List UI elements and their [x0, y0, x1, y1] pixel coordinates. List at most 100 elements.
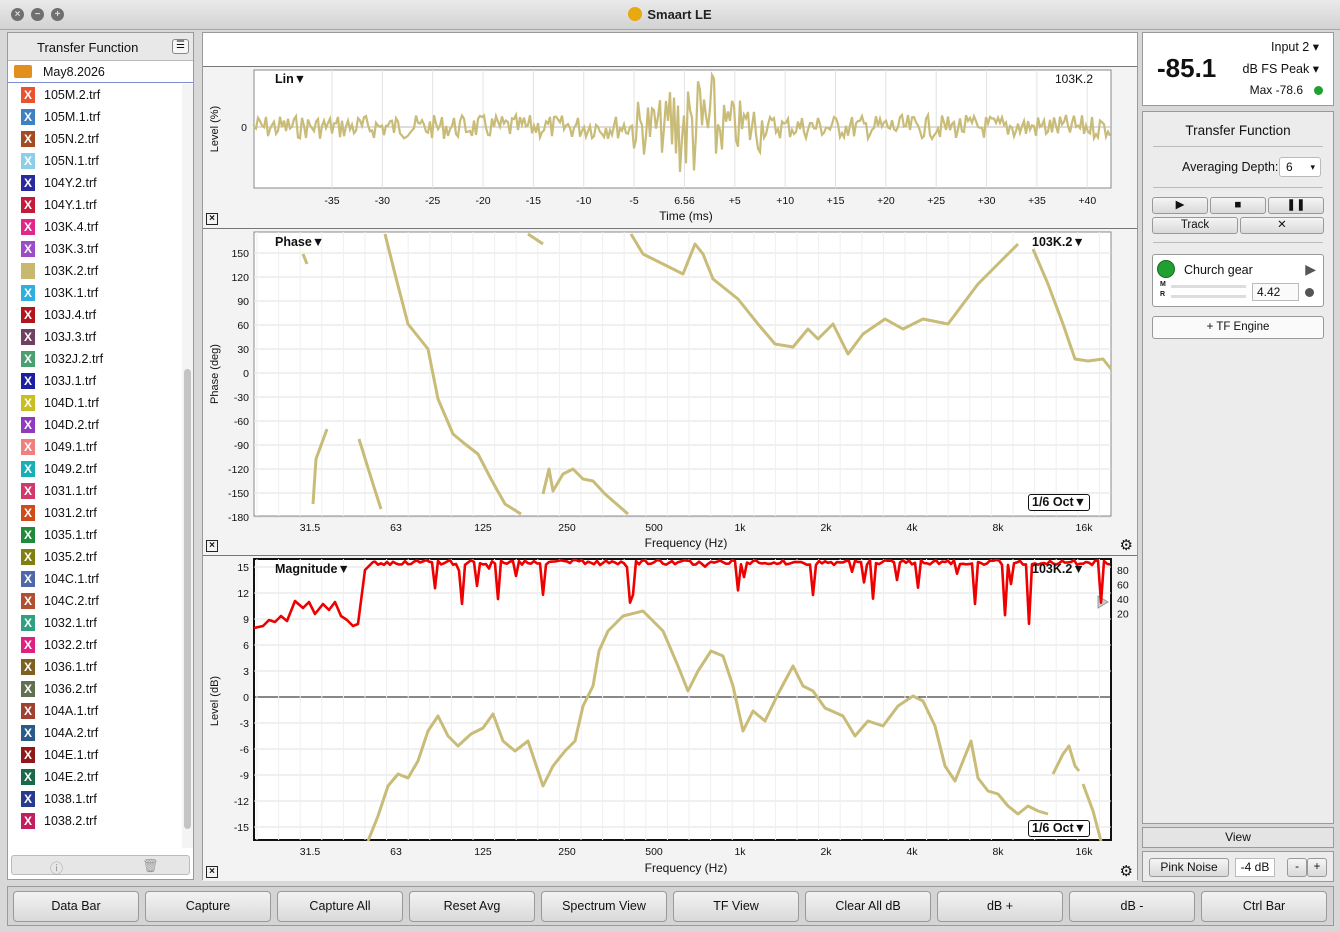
sidebar-menu-button[interactable]: ☰	[172, 39, 189, 54]
file-item[interactable]: X 105M.1.trf	[8, 106, 182, 128]
file-item[interactable]: X 1038.2.trf	[8, 810, 182, 832]
cmd-capture-button[interactable]: Capture	[145, 891, 271, 922]
file-item[interactable]: X 104Y.2.trf	[8, 172, 182, 194]
x-tick-label: -25	[425, 195, 440, 207]
noise-down-button[interactable]: -	[1287, 858, 1307, 877]
magnitude-trace-selector[interactable]: 103K.2▼	[1032, 562, 1085, 576]
cmd-db--button[interactable]: dB +	[937, 891, 1063, 922]
view-button[interactable]: View	[1142, 827, 1334, 848]
y-tick-label: -60	[234, 416, 249, 428]
y-tick-label: 150	[231, 248, 249, 260]
engine-run-icon[interactable]: ▶	[1305, 261, 1316, 278]
file-item[interactable]: X 104D.2.trf	[8, 414, 182, 436]
file-item[interactable]: X 1036.1.trf	[8, 656, 182, 678]
delay-record-icon[interactable]	[1305, 288, 1314, 297]
file-sidebar: Transfer Function ☰ May8.2026 X 105M.2.tr…	[7, 32, 194, 880]
scroll-thumb[interactable]	[184, 369, 191, 829]
file-item[interactable]: X 1035.2.trf	[8, 546, 182, 568]
file-icon: X	[21, 153, 35, 169]
magnitude-plot[interactable]: 15129630-3-6-9-12-158060402031.5 63 125 250…	[203, 556, 1137, 882]
file-item[interactable]: X 104E.1.trf	[8, 744, 182, 766]
trash-icon[interactable]: 🗑	[142, 858, 159, 874]
magnitude-smoothing-selector[interactable]: 1/6 Oct▼	[1028, 820, 1091, 837]
file-item[interactable]: X 103K.3.trf	[8, 238, 182, 260]
file-item[interactable]: X 103K.1.trf	[8, 282, 182, 304]
cmd-reset-avg-button[interactable]: Reset Avg	[409, 891, 535, 922]
file-item[interactable]: X 1031.2.trf	[8, 502, 182, 524]
file-item[interactable]: X 1032.2.trf	[8, 634, 182, 656]
file-item[interactable]: X 1032J.2.trf	[8, 348, 182, 370]
file-item[interactable]: X 1032.1.trf	[8, 612, 182, 634]
file-item[interactable]: 103K.2.trf	[8, 260, 182, 282]
play-button[interactable]: ▶	[1152, 197, 1208, 214]
cmd-capture-all-button[interactable]: Capture All	[277, 891, 403, 922]
file-item[interactable]: X 1038.1.trf	[8, 788, 182, 810]
cmd-db--button[interactable]: dB -	[1069, 891, 1195, 922]
folder-item[interactable]: May8.2026	[8, 61, 193, 83]
meter-units-selector[interactable]: dB FS Peak ▾	[1243, 61, 1319, 76]
phase-trace-selector[interactable]: 103K.2▼	[1032, 235, 1085, 249]
add-tf-engine-button[interactable]: + TF Engine	[1152, 316, 1324, 339]
y-axis-label: Phase (deg)	[209, 344, 221, 404]
file-list[interactable]: X 105M.2.trf X 105M.1.trf X 105N.2.trf X 105N.1…	[8, 84, 182, 848]
file-icon	[21, 263, 35, 279]
file-item[interactable]: X 104E.2.trf	[8, 766, 182, 788]
close-phase-button[interactable]: ×	[206, 540, 218, 552]
file-item[interactable]: X 103J.1.trf	[8, 370, 182, 392]
averaging-select[interactable]: 6 ▾	[1279, 157, 1321, 177]
info-icon[interactable]: ⓘ	[50, 858, 63, 877]
impulse-plot[interactable]: -35 -30 -25 -20 -15 -10 -5 6.56 +5 +10 +15 +20 +25 +3…	[203, 67, 1137, 229]
cmd-ctrl-bar-button[interactable]: Ctrl Bar	[1201, 891, 1327, 922]
file-item[interactable]: X 104Y.1.trf	[8, 194, 182, 216]
file-list-scrollbar[interactable]	[182, 84, 193, 848]
file-item[interactable]: X 103J.3.trf	[8, 326, 182, 348]
track-button[interactable]: Track	[1152, 217, 1238, 234]
engine-status-icon[interactable]	[1157, 260, 1175, 278]
input-label: Input 2	[1271, 40, 1310, 54]
phase-smoothing-selector[interactable]: 1/6 Oct▼	[1028, 494, 1091, 511]
file-item[interactable]: X 104C.2.trf	[8, 590, 182, 612]
cmd-tf-view-button[interactable]: TF View	[673, 891, 799, 922]
pink-noise-button[interactable]: Pink Noise	[1149, 858, 1229, 877]
file-item[interactable]: X 103K.4.trf	[8, 216, 182, 238]
magnitude-mode-selector[interactable]: Magnitude▼	[275, 562, 350, 576]
close-impulse-button[interactable]: ×	[206, 213, 218, 225]
stop-button[interactable]: ■	[1210, 197, 1266, 214]
file-item[interactable]: X 105N.2.trf	[8, 128, 182, 150]
file-label: 104A.2.trf	[44, 726, 99, 740]
cmd-spectrum-view-button[interactable]: Spectrum View	[541, 891, 667, 922]
file-item[interactable]: X 104A.1.trf	[8, 700, 182, 722]
file-icon: X	[21, 197, 35, 213]
file-item[interactable]: X 105N.1.trf	[8, 150, 182, 172]
magnitude-gear-icon[interactable]: ⚙	[1120, 864, 1133, 879]
y-tick-label: 15	[237, 562, 249, 574]
file-item[interactable]: X 1036.2.trf	[8, 678, 182, 700]
file-item[interactable]: X 1035.1.trf	[8, 524, 182, 546]
close-magnitude-button[interactable]: ×	[206, 866, 218, 878]
engine-card[interactable]: Church gear ▶ M R 4.42	[1152, 254, 1324, 307]
file-item[interactable]: X 105M.2.trf	[8, 84, 182, 106]
file-item[interactable]: X 103J.4.trf	[8, 304, 182, 326]
file-item[interactable]: X 1049.2.trf	[8, 458, 182, 480]
phase-plot[interactable]: 150 120 90 60 30 0 -30 -60 -90 -120 -150 -180 31.5 63…	[203, 229, 1137, 556]
file-icon: X	[21, 439, 35, 455]
file-icon: X	[21, 483, 35, 499]
file-item[interactable]: X 104C.1.trf	[8, 568, 182, 590]
pause-button[interactable]: ❚❚	[1268, 197, 1324, 214]
noise-level-field[interactable]: -4 dB	[1235, 858, 1275, 877]
file-item[interactable]: X 1031.1.trf	[8, 480, 182, 502]
phase-mode-selector[interactable]: Phase▼	[275, 235, 324, 249]
file-item[interactable]: X 104D.1.trf	[8, 392, 182, 414]
cmd-clear-all-db-button[interactable]: Clear All dB	[805, 891, 931, 922]
noise-up-button[interactable]: +	[1307, 858, 1327, 877]
input-selector[interactable]: Input 2 ▾	[1271, 39, 1319, 54]
impulse-mode-selector[interactable]: Lin▼	[275, 72, 306, 86]
file-item[interactable]: X 1049.1.trf	[8, 436, 182, 458]
tools-icon[interactable]: ✕	[1240, 217, 1324, 234]
x-tick-label: +30	[978, 195, 996, 207]
phase-gear-icon[interactable]: ⚙	[1120, 538, 1133, 553]
delay-field[interactable]: 4.42	[1252, 283, 1299, 301]
file-item[interactable]: X 104A.2.trf	[8, 722, 182, 744]
cmd-data-bar-button[interactable]: Data Bar	[13, 891, 139, 922]
file-label: 1032J.2.trf	[44, 352, 104, 366]
